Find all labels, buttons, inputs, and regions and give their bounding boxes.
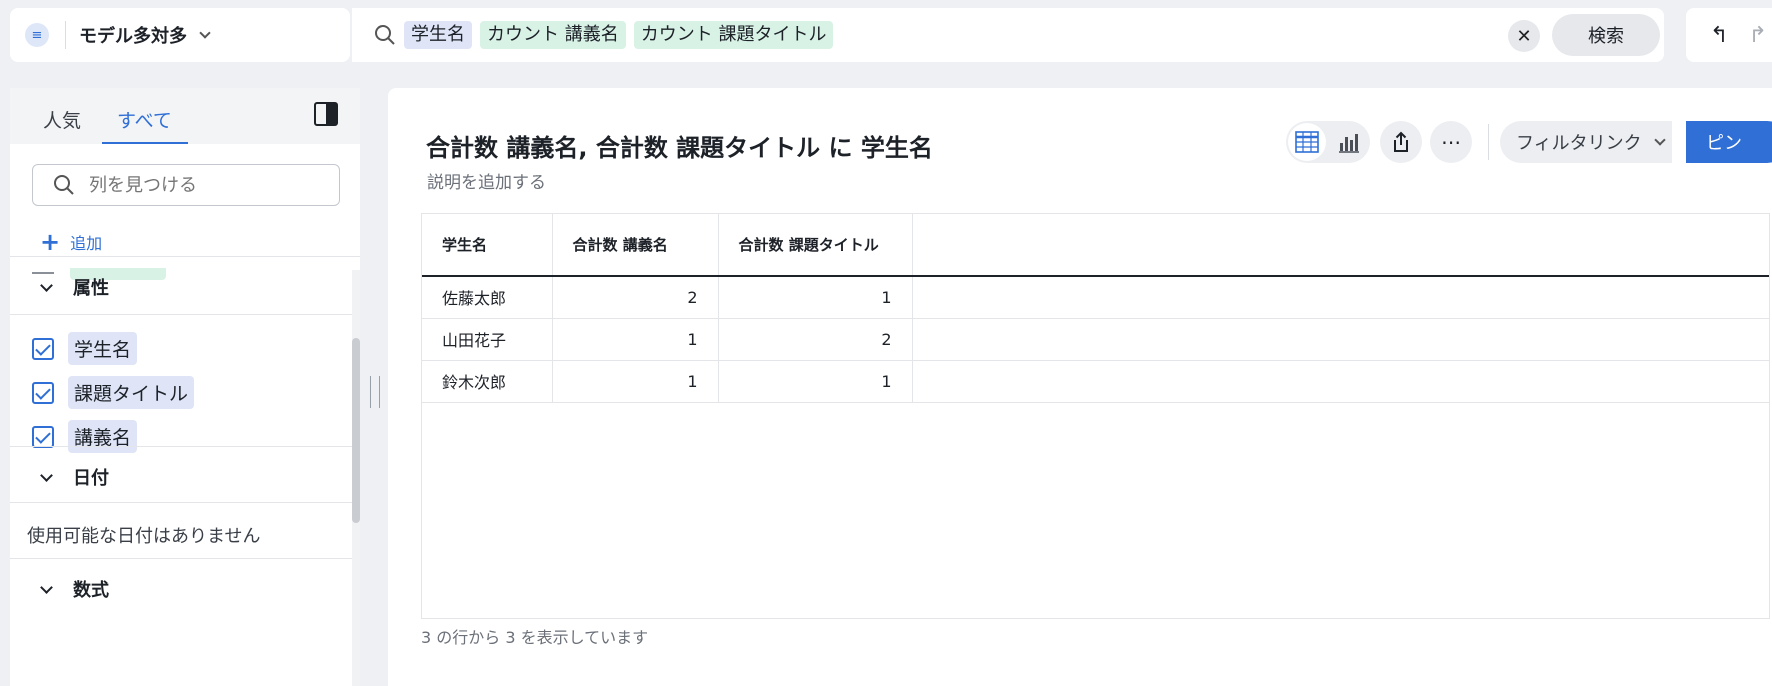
table-cell[interactable]: 1	[718, 276, 913, 319]
add-label: 追加	[70, 234, 103, 253]
table-cell[interactable]: 2	[718, 318, 913, 361]
divider	[10, 502, 360, 503]
plus-icon: +	[40, 228, 61, 256]
table-row: 山田花子 1 2	[422, 318, 1769, 361]
tab-popular[interactable]: 人気	[43, 106, 81, 133]
table-row: 鈴木次郎 1 1	[422, 360, 1769, 403]
close-icon[interactable]: ✕	[1508, 20, 1540, 52]
active-tab-indicator	[102, 142, 188, 144]
divider	[10, 256, 360, 257]
column-header-filler	[912, 214, 1769, 277]
divider	[10, 314, 360, 315]
undo-icon[interactable]: ↰	[1710, 23, 1728, 48]
tab-all[interactable]: すべて	[117, 106, 172, 133]
search-button[interactable]: 検索	[1552, 14, 1660, 56]
share-icon[interactable]	[1380, 121, 1422, 163]
scrollbar-thumb[interactable]	[352, 338, 360, 523]
divider	[1488, 124, 1489, 160]
panel-toggle-icon[interactable]	[314, 102, 338, 126]
column-header[interactable]: 学生名	[422, 214, 553, 277]
checkbox-checked-icon[interactable]	[32, 337, 54, 360]
description-field[interactable]: 説明を追加する	[427, 168, 546, 193]
table-cell[interactable]: 1	[552, 318, 719, 361]
search-icon	[374, 24, 396, 46]
section-title: 数式	[73, 580, 109, 601]
chevron-down-icon	[1653, 134, 1666, 146]
table-cell[interactable]: 1	[718, 360, 913, 403]
data-table: 学生名 合計数 講義名 合計数 課題タイトル 佐藤太郎 2 1 山田花子 1 2	[422, 214, 1769, 403]
answer-panel: 合計数 講義名, 合計数 課題タイトル に 学生名 説明を追加する ⋯ フィルタ…	[388, 88, 1772, 686]
filter-link-label: フィルタリンク	[1516, 133, 1642, 154]
chevron-down-icon[interactable]	[199, 27, 211, 39]
filter-link-dropdown[interactable]: フィルタリンク	[1500, 121, 1672, 163]
menu-icon[interactable]: ≡	[25, 23, 49, 47]
table-cell-filler	[912, 360, 1769, 403]
table-cell[interactable]: 山田花子	[422, 318, 553, 361]
table-cell[interactable]: 佐藤太郎	[422, 276, 553, 319]
table-view-icon[interactable]	[1288, 123, 1326, 161]
column-label: 課題タイトル	[68, 376, 195, 409]
table-row: 佐藤太郎 2 1	[422, 276, 1769, 319]
column-header[interactable]: 合計数 講義名	[552, 214, 719, 277]
section-formulas-header[interactable]: 数式	[34, 576, 109, 602]
column-label: 講義名	[68, 420, 138, 453]
section-title: 日付	[73, 468, 109, 489]
section-dates-header[interactable]: 日付	[34, 464, 109, 490]
search-chip-count-lecture[interactable]: カウント 講義名	[480, 21, 626, 49]
column-header[interactable]: 合計数 課題タイトル	[718, 214, 913, 277]
model-name[interactable]: モデル多対多	[79, 22, 187, 48]
checkbox-checked-icon[interactable]	[32, 381, 54, 404]
more-icon[interactable]: ⋯	[1430, 121, 1472, 163]
search-chip-count-assignment[interactable]: カウント 課題タイトル	[633, 21, 834, 49]
answer-title[interactable]: 合計数 講義名, 合計数 課題タイトル に 学生名	[426, 128, 933, 163]
column-item-lecture-name[interactable]: 講義名	[32, 420, 138, 453]
table-cell[interactable]: 1	[552, 360, 719, 403]
redo-icon[interactable]: ↱	[1748, 23, 1766, 48]
divider	[10, 558, 360, 559]
column-item-assignment-title[interactable]: 課題タイトル	[32, 376, 195, 409]
chevron-down-icon	[40, 278, 53, 292]
table-header-row: 学生名 合計数 講義名 合計数 課題タイトル	[422, 214, 1769, 277]
chevron-down-icon	[40, 468, 53, 482]
chevron-down-icon	[40, 580, 53, 594]
column-label: 学生名	[68, 332, 138, 365]
search-bar[interactable]: 学生名 カウント 講義名 カウント 課題タイトル ✕ 検索	[352, 8, 1664, 62]
row-count-text: 3 の行から 3 を表示しています	[421, 628, 649, 647]
view-toggle	[1286, 121, 1370, 163]
add-column-button[interactable]: + 追加	[40, 228, 102, 256]
no-dates-message: 使用可能な日付はありません	[27, 526, 261, 547]
divider	[65, 21, 66, 49]
divider	[10, 446, 360, 447]
search-icon	[54, 175, 74, 195]
table-cell-filler	[912, 276, 1769, 319]
bar-chart-icon[interactable]	[1332, 125, 1366, 159]
table-cell-filler	[912, 318, 1769, 361]
column-item-student-name[interactable]: 学生名	[32, 332, 138, 365]
pin-button[interactable]: ピン	[1686, 121, 1772, 163]
panel-resize-handle[interactable]	[370, 376, 380, 408]
section-attributes-header[interactable]: 属性	[34, 274, 109, 300]
section-title: 属性	[73, 278, 109, 299]
table-cell[interactable]: 鈴木次郎	[422, 360, 553, 403]
search-chip-student-name[interactable]: 学生名	[404, 21, 472, 49]
model-selector-bar: ≡ モデル多対多	[10, 8, 350, 62]
results-table: 学生名 合計数 講義名 合計数 課題タイトル 佐藤太郎 2 1 山田花子 1 2	[421, 213, 1770, 619]
find-column-input[interactable]	[89, 174, 319, 196]
panel-tabs: 人気 すべて	[10, 88, 360, 144]
table-cell[interactable]: 2	[552, 276, 719, 319]
data-panel: 人気 すべて + 追加 属性 学生名 課題タイトル 講義名 日付 使用可能な日付…	[10, 88, 360, 686]
history-controls: ↰ ↱	[1686, 8, 1772, 62]
find-column-field[interactable]	[32, 164, 340, 206]
checkbox-checked-icon[interactable]	[32, 425, 54, 448]
